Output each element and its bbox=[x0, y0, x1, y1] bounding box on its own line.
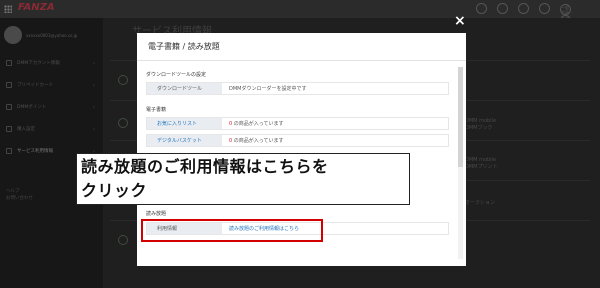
service-label: DMM mobile DMMブック bbox=[465, 118, 497, 131]
section-label-unlimited: 読み放題 bbox=[146, 211, 167, 217]
instruction-callout: 読み放題のご利用情報はこちらを クリック bbox=[76, 153, 410, 205]
purchase-icon bbox=[6, 126, 12, 132]
app-grid-icon[interactable] bbox=[4, 5, 12, 13]
sidebar-item-purchase[interactable]: 購入設定 › bbox=[0, 118, 103, 140]
basket-row: デジタルバスケット 0 の商品が入っています bbox=[146, 134, 449, 147]
cart-icon[interactable] bbox=[518, 3, 529, 14]
top-bar: FANZA 一般会員 ログイン中 bbox=[0, 0, 600, 31]
favorites-link[interactable]: お気に入りリスト bbox=[147, 118, 222, 129]
modal-title: 電子書籍 / 読み放題 bbox=[148, 42, 220, 51]
basket-link[interactable]: デジタルバスケット bbox=[147, 135, 222, 146]
chat-icon[interactable] bbox=[476, 3, 487, 14]
avatar bbox=[4, 26, 22, 44]
chevron-right-icon: › bbox=[92, 81, 95, 89]
close-icon[interactable]: × bbox=[454, 14, 466, 28]
service-icon bbox=[118, 75, 128, 85]
card-icon bbox=[6, 82, 12, 88]
play-icon bbox=[118, 118, 128, 128]
sidebar-item-prepaid[interactable]: プリペイドカード › bbox=[0, 74, 103, 96]
user-icon[interactable] bbox=[539, 3, 550, 14]
highlight-box bbox=[141, 219, 323, 242]
divider bbox=[137, 60, 466, 61]
chevron-right-icon: › bbox=[92, 125, 95, 133]
basket-text: の商品が入っています bbox=[233, 138, 284, 144]
favorites-row: お気に入りリスト 0 の商品が入っています bbox=[146, 117, 449, 130]
favorites-count: 0 bbox=[229, 121, 233, 127]
row-value: 0 の商品が入っています bbox=[222, 120, 284, 127]
sidebar-item-account[interactable]: DMMアカウント情報 › bbox=[0, 52, 103, 74]
row-value: DMMダウンローダーを設定中です bbox=[229, 86, 307, 92]
row-value: 0 の商品が入っています bbox=[222, 137, 284, 144]
services-icon bbox=[6, 148, 12, 154]
sidebar-item-label: 購入設定 bbox=[17, 127, 35, 132]
game-icon bbox=[118, 235, 128, 245]
account-status[interactable]: 一般会員 ログイン中 bbox=[560, 3, 590, 31]
sidebar-item-label: サービス利用情報 bbox=[17, 149, 53, 154]
contact-link[interactable]: お問い合わせ bbox=[6, 195, 33, 202]
scrollbar-thumb[interactable] bbox=[458, 67, 463, 167]
account-icon bbox=[6, 60, 12, 66]
sidebar-item-label: DMMポイント bbox=[17, 105, 47, 110]
help-links: ヘルプ お問い合わせ bbox=[6, 188, 33, 202]
chevron-right-icon: › bbox=[92, 103, 95, 111]
callout-line-1: 読み放題のご利用情報はこちらを bbox=[81, 157, 329, 176]
sidebar-item-label: プリペイドカード bbox=[17, 83, 53, 88]
row-key: ダウンロードツール bbox=[147, 83, 222, 94]
help-link[interactable]: ヘルプ bbox=[6, 188, 33, 195]
sidebar-item-points[interactable]: DMMポイント › bbox=[0, 96, 103, 118]
user-email: xxxxxx0001@yahoo.co.jp bbox=[26, 32, 78, 38]
service-label: DMM mobile DMMプリント bbox=[465, 157, 498, 170]
section-label-ebooks: 電子書籍 bbox=[146, 107, 167, 113]
top-icons: 一般会員 ログイン中 bbox=[476, 3, 590, 31]
points-icon bbox=[6, 104, 12, 110]
account-line1: 一般会員 bbox=[560, 3, 571, 15]
chevron-right-icon: › bbox=[92, 59, 95, 67]
download-tool-row: ダウンロードツール DMMダウンローダーを設定中です bbox=[146, 82, 449, 95]
favorites-text: の商品が入っています bbox=[233, 121, 284, 127]
user-info: xxxxxx0001@yahoo.co.jp bbox=[4, 26, 77, 44]
service-label: オークション bbox=[465, 200, 496, 206]
callout-line-2: クリック bbox=[81, 181, 148, 200]
sidebar-item-label: DMMアカウント情報 bbox=[17, 61, 60, 66]
section-label-download: ダウンロードツールの設定 bbox=[146, 72, 207, 78]
bell-icon[interactable] bbox=[497, 3, 508, 14]
brand-logo[interactable]: FANZA bbox=[18, 2, 55, 13]
basket-count: 0 bbox=[229, 138, 233, 144]
